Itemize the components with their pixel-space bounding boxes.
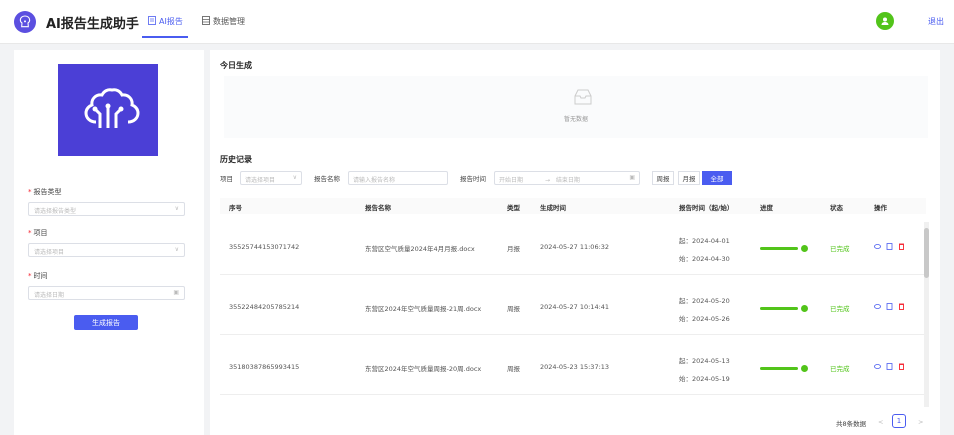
row-period-end: 始：2024-05-19 — [679, 375, 730, 383]
date-range-picker[interactable]: 开始日期 → 结束日期 ▣ — [494, 171, 640, 185]
top-header: AI报告生成助手 AI报告 数据管理 退出 — [0, 0, 954, 44]
app-logo-icon — [14, 11, 36, 33]
status-badge: 已完成 — [830, 305, 850, 313]
report-generator-panel: * 报告类型 请选择报告类型 ∨ * 项目 请选择项目 ∨ * 时间 请选择日期 ▣ … — [14, 50, 204, 435]
pagination-prev[interactable]: < — [878, 418, 883, 426]
row-report-name: 东营区空气质量2024年4月月报.docx — [365, 245, 475, 253]
row-created: 2024-05-27 11:06:32 — [540, 243, 610, 251]
database-icon — [202, 16, 210, 27]
row-type: 周报 — [507, 365, 520, 373]
delete-icon[interactable] — [898, 303, 905, 310]
generate-report-button[interactable]: 生成报告 — [74, 315, 138, 330]
table-scrollbar[interactable] — [924, 222, 929, 407]
pagination-next[interactable]: > — [918, 418, 923, 426]
download-icon[interactable] — [886, 363, 893, 370]
row-actions — [874, 303, 905, 310]
check-circle-icon — [801, 305, 808, 312]
col-id: 序号 — [229, 204, 242, 212]
app-title: AI报告生成助手 — [46, 17, 139, 32]
preview-icon[interactable] — [874, 303, 881, 310]
row-period-end: 始：2024-04-30 — [679, 255, 730, 263]
row-id: 35525744153071742 — [229, 243, 300, 251]
delete-icon[interactable] — [898, 363, 905, 370]
pagination-current-page[interactable]: 1 — [892, 414, 906, 428]
reports-panel: 今日生成 暂无数据 历史记录 项目 请选择项目 ∨ 报告名称 请输入报告名称 报… — [210, 50, 940, 435]
date-picker-input[interactable]: 请选择日期 ▣ — [28, 286, 185, 300]
col-name: 报告名称 — [365, 204, 391, 212]
project-filter-label: 项目 — [220, 175, 233, 183]
report-name-filter-label: 报告名称 — [314, 175, 340, 183]
delete-icon[interactable] — [898, 243, 905, 250]
report-time-filter-label: 报告时间 — [460, 175, 486, 183]
col-status: 状态 — [830, 204, 843, 212]
col-progress: 进度 — [760, 204, 773, 212]
row-created: 2024-05-23 15:37:13 — [540, 363, 610, 371]
segment-weekly[interactable]: 周报 — [652, 171, 674, 185]
row-period-end: 始：2024-05-26 — [679, 315, 730, 323]
chevron-down-icon: ∨ — [174, 246, 179, 253]
history-filter-bar: 项目 请选择项目 ∨ 报告名称 请输入报告名称 报告时间 开始日期 → 结束日期… — [220, 171, 940, 185]
brain-circuit-icon — [58, 64, 158, 156]
row-actions — [874, 243, 905, 250]
table-row[interactable]: 35525744153071742 东营区空气质量2024年4月月报.docx … — [220, 217, 926, 275]
history-section-title: 历史记录 — [220, 155, 252, 164]
preview-icon[interactable] — [874, 243, 881, 250]
segment-monthly[interactable]: 月报 — [678, 171, 700, 185]
pagination-total: 共8条数据 — [836, 420, 867, 428]
status-badge: 已完成 — [830, 245, 850, 253]
row-type: 周报 — [507, 305, 520, 313]
calendar-icon: ▣ — [629, 174, 635, 181]
active-tab-indicator — [142, 36, 188, 38]
table-row[interactable]: 35522484205785214 东营区2024年空气质量周报-21周.doc… — [220, 277, 926, 335]
col-period: 报告时间（起/始） — [679, 204, 734, 212]
history-table-header: 序号 报告名称 类型 生成时间 报告时间（起/始） 进度 状态 操作 — [220, 198, 926, 214]
scrollbar-thumb[interactable] — [924, 228, 929, 278]
row-period-start: 起：2024-04-01 — [679, 237, 730, 245]
status-badge: 已完成 — [830, 365, 850, 373]
download-icon[interactable] — [886, 303, 893, 310]
table-row[interactable]: 35180387865993415 东营区2024年空气质量周报-20周.doc… — [220, 337, 926, 395]
tab-data-management[interactable]: 数据管理 — [202, 16, 245, 27]
row-id: 35522484205785214 — [229, 303, 300, 311]
row-created: 2024-05-27 10:14:41 — [540, 303, 610, 311]
check-circle-icon — [801, 365, 808, 372]
report-type-label: * 报告类型 — [28, 188, 62, 196]
col-type: 类型 — [507, 204, 520, 212]
row-actions — [874, 363, 905, 370]
empty-inbox-icon — [572, 88, 594, 106]
tab-ai-report[interactable]: AI报告 — [148, 16, 183, 27]
chevron-down-icon: ∨ — [174, 205, 179, 212]
preview-icon[interactable] — [874, 363, 881, 370]
row-report-name: 东营区2024年空气质量周报-20周.docx — [365, 365, 482, 373]
check-circle-icon — [801, 245, 808, 252]
report-name-filter-input[interactable]: 请输入报告名称 — [348, 171, 448, 185]
segment-all[interactable]: 全部 — [702, 171, 732, 185]
chevron-down-icon: ∨ — [292, 174, 297, 181]
progress-bar — [760, 367, 798, 370]
time-label: * 时间 — [28, 272, 48, 280]
col-actions: 操作 — [874, 204, 887, 212]
logout-link[interactable]: 退出 — [928, 16, 944, 27]
tab-data-management-label: 数据管理 — [213, 17, 245, 26]
project-filter-select[interactable]: 请选择项目 ∨ — [240, 171, 302, 185]
project-label: * 项目 — [28, 229, 48, 237]
download-icon[interactable] — [886, 243, 893, 250]
progress-bar — [760, 307, 798, 310]
calendar-icon: ▣ — [173, 289, 179, 296]
row-type: 月报 — [507, 245, 520, 253]
row-period-start: 起：2024-05-20 — [679, 297, 730, 305]
tab-ai-report-label: AI报告 — [159, 17, 183, 26]
report-type-select[interactable]: 请选择报告类型 ∨ — [28, 202, 185, 216]
today-empty-state: 暂无数据 — [224, 76, 928, 138]
project-select[interactable]: 请选择项目 ∨ — [28, 243, 185, 257]
empty-text: 暂无数据 — [564, 116, 589, 123]
document-icon — [148, 16, 156, 27]
progress-bar — [760, 247, 798, 250]
col-created: 生成时间 — [540, 204, 566, 212]
row-period-start: 起：2024-05-13 — [679, 357, 730, 365]
user-avatar[interactable] — [876, 12, 894, 30]
row-id: 35180387865993415 — [229, 363, 300, 371]
today-section-title: 今日生成 — [220, 61, 252, 70]
row-report-name: 东营区2024年空气质量周报-21周.docx — [365, 305, 482, 313]
